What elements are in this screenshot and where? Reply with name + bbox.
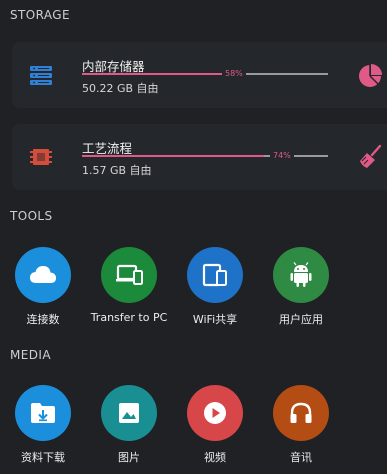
- play-icon: [204, 402, 226, 424]
- download-folder-icon: [31, 403, 55, 423]
- tool-label: 连接数: [26, 313, 60, 326]
- storage-usage-percent: 58%: [222, 68, 246, 80]
- storage-usage-fill: [82, 73, 225, 75]
- media-images[interactable]: 图片: [86, 385, 172, 465]
- media-section-title: MEDIA: [10, 348, 51, 362]
- wifi-share-circle[interactable]: [187, 247, 243, 303]
- videos-circle[interactable]: [187, 385, 243, 441]
- storage-usage-bar: 58%: [82, 68, 328, 80]
- transfer-circle[interactable]: [101, 247, 157, 303]
- tools-grid: 连接数 Transfer to PC WiFi共享 用户应用: [0, 247, 387, 327]
- media-audio[interactable]: 音讯: [258, 385, 344, 465]
- storage-section-title: STORAGE: [10, 8, 70, 22]
- downloads-circle[interactable]: [15, 385, 71, 441]
- media-label: 资料下载: [21, 451, 65, 464]
- broom-icon[interactable]: [358, 144, 384, 170]
- tool-connections[interactable]: 连接数: [0, 247, 86, 327]
- pie-chart-icon[interactable]: [358, 62, 384, 88]
- media-label: 视频: [204, 451, 226, 464]
- media-label: 图片: [118, 451, 140, 464]
- media-label: 音讯: [290, 451, 312, 464]
- tool-user-apps[interactable]: 用户应用: [258, 247, 344, 327]
- tool-transfer-to-pc[interactable]: Transfer to PC: [86, 247, 172, 327]
- process-usage-bar: 74%: [82, 150, 328, 162]
- memory-chip-icon: [28, 146, 54, 168]
- process-usage-percent: 74%: [270, 150, 294, 162]
- audio-circle[interactable]: [273, 385, 329, 441]
- headphones-icon: [290, 402, 312, 423]
- storage-free-space: 50.22 GB 自由: [82, 82, 159, 95]
- image-icon: [119, 403, 139, 423]
- media-videos[interactable]: 视频: [172, 385, 258, 465]
- android-icon: [290, 262, 312, 287]
- tool-label: 用户应用: [279, 313, 323, 326]
- server-icon: [28, 64, 54, 86]
- storage-card-internal[interactable]: 内部存储器 58% 50.22 GB 自由: [12, 42, 387, 108]
- tool-wifi-share[interactable]: WiFi共享: [172, 247, 258, 327]
- tools-section-title: TOOLS: [10, 209, 53, 223]
- tool-label: Transfer to PC: [90, 311, 168, 324]
- process-free-space: 1.57 GB 自由: [82, 164, 152, 177]
- tool-label: WiFi共享: [192, 313, 238, 326]
- cloud-icon: [30, 266, 56, 283]
- phone-tablet-icon: [202, 263, 227, 287]
- media-grid: 资料下载 图片 视频 音讯: [0, 385, 387, 465]
- storage-card-process[interactable]: 工艺流程 74% 1.57 GB 自由: [12, 124, 387, 190]
- user-apps-circle[interactable]: [273, 247, 329, 303]
- devices-icon: [116, 264, 143, 285]
- images-circle[interactable]: [101, 385, 157, 441]
- process-usage-fill: [82, 155, 264, 157]
- connections-circle[interactable]: [15, 247, 71, 303]
- media-downloads[interactable]: 资料下载: [0, 385, 86, 465]
